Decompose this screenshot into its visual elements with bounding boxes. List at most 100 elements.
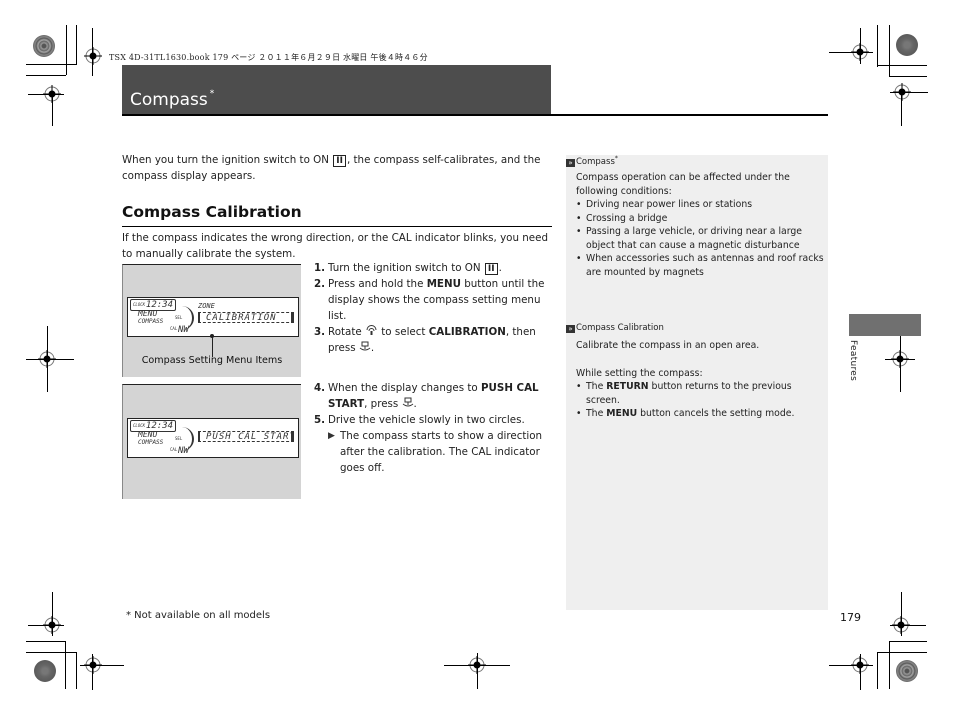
chapter-tab-label: Features: [848, 340, 858, 382]
lcd-menu-item-zone: ZONE: [198, 302, 215, 310]
crop-mark: [889, 641, 927, 642]
page-title: Compass *: [130, 89, 215, 110]
step-number: 4.: [314, 382, 326, 394]
crop-mark: [890, 92, 928, 93]
step-number: 1.: [314, 262, 326, 274]
step-number: 3.: [314, 326, 326, 338]
crop-mark: [889, 76, 927, 77]
crop-mark: [901, 92, 902, 126]
ignition-position-ii-icon: II: [333, 155, 346, 167]
crop-mark: [877, 652, 927, 653]
section-heading: Compass Calibration: [122, 203, 302, 221]
crop-mark: [860, 654, 861, 690]
lcd-menu-item-calibration: CALIBRATION: [198, 312, 294, 323]
note-text: Calibrate the compass in an open area.: [576, 340, 760, 351]
note-body-compass-calibration: Calibrate the compass in an open area. W…: [576, 339, 826, 421]
cross-reference-icon: »: [566, 158, 575, 167]
lcd-display: CLOCK 12:34 MENU COMPASS SEL ZONE CALIBRA…: [127, 297, 299, 337]
note-bullet: Crossing a bridge: [576, 212, 826, 226]
step-text: When the display changes to PUSH CAL STA…: [328, 382, 539, 410]
note-bullet: Passing a large vehicle, or driving near…: [576, 225, 826, 252]
crop-mark: [477, 653, 478, 689]
page-title-text: Compass: [130, 90, 208, 110]
crop-mark: [66, 25, 67, 75]
crop-mark: [877, 25, 878, 67]
lcd-compass-label: COMPASS: [138, 318, 164, 325]
note-bullet: Driving near power lines or stations: [576, 198, 826, 212]
note-title-compass: » Compass*: [566, 155, 618, 167]
note-bullet: When accessories such as antennas and ro…: [576, 252, 826, 279]
figure-caption: Compass Setting Menu Items: [141, 355, 283, 366]
crop-mark: [26, 64, 76, 65]
step-text: Rotate to select CALIBRATION, then press…: [328, 325, 536, 354]
selector-knob-press-icon: [359, 341, 371, 351]
page-number: 179: [840, 611, 861, 624]
figure-calibration-menu: CLOCK 12:34 MENU COMPASS SEL ZONE CALIBRA…: [122, 264, 301, 377]
lcd-menu-label: MENU: [138, 309, 158, 318]
intro-paragraph: When you turn the ignition switch to ON …: [122, 152, 552, 184]
crop-mark: [65, 641, 66, 689]
note-title-compass-calibration: » Compass Calibration: [566, 323, 664, 333]
steps-list-2: 4. When the display changes to PUSH CAL …: [314, 380, 554, 476]
crop-mark: [877, 65, 927, 66]
note-bullet-list: The RETURN button returns to the previou…: [576, 380, 826, 421]
lcd-direction: NW: [178, 325, 189, 335]
crop-mark: [829, 665, 873, 666]
step-1: 1. Turn the ignition switch to ON II.: [314, 260, 554, 276]
registration-mark-icon: [84, 47, 102, 65]
selector-knob-press-icon: [402, 397, 413, 407]
color-registration-rosette: [33, 35, 55, 57]
print-job-line: TSX 4D-31TL1630.book 179 ページ ２０１１年６月２９日 …: [109, 53, 428, 62]
lcd-cal-indicator: CAL: [170, 447, 178, 452]
crop-mark: [885, 359, 915, 360]
step-text: Press and hold the MENU button until the…: [328, 278, 545, 322]
step-number: 5.: [314, 414, 326, 426]
callout-line: [212, 335, 213, 357]
chapter-tab-block: [849, 314, 921, 336]
figure-push-cal-start: CLOCK 12:34 MENU COMPASS SEL PUSH CAL STA…: [122, 384, 301, 499]
crop-mark: [76, 25, 77, 65]
lcd-cal-indicator: CAL: [170, 326, 178, 331]
crop-mark: [860, 28, 861, 64]
crop-mark: [889, 641, 890, 689]
lcd-direction: NW: [178, 446, 189, 456]
crop-mark: [76, 652, 77, 689]
crop-mark: [877, 652, 878, 689]
step-5: 5. Drive the vehicle slowly in two circl…: [314, 412, 554, 428]
section-rule: [122, 226, 552, 227]
footnote-marker: *: [209, 89, 215, 99]
result-text: The compass starts to show a direction a…: [340, 430, 543, 474]
crop-mark: [28, 94, 64, 95]
crop-mark: [26, 652, 76, 653]
color-registration-rosette: [896, 34, 918, 56]
crop-mark: [901, 592, 902, 636]
crop-mark: [26, 641, 66, 642]
lcd-display: CLOCK 12:34 MENU COMPASS SEL PUSH CAL STA…: [127, 418, 299, 458]
note-bullet: The RETURN button returns to the previou…: [576, 380, 826, 407]
ignition-position-ii-icon: II: [484, 263, 498, 275]
footnote: * Not available on all models: [126, 610, 271, 621]
steps-list-1: 1. Turn the ignition switch to ON II. 2.…: [314, 260, 554, 356]
section-intro: If the compass indicates the wrong direc…: [122, 232, 549, 260]
crop-mark: [92, 28, 93, 76]
note-bullet-list: Driving near power lines or stations Cro…: [576, 198, 826, 279]
footnote-marker: *: [614, 155, 618, 162]
lcd-menu-item-push-cal-start: PUSH CAL START: [198, 431, 294, 442]
crop-mark: [890, 625, 926, 626]
step-3: 3. Rotate to select CALIBRATION, then pr…: [314, 324, 554, 356]
note-text: Compass operation can be affected under …: [576, 172, 790, 197]
color-registration-rosette: [896, 660, 918, 682]
crop-mark: [52, 592, 53, 636]
intro-text: When you turn the ignition switch to ON: [122, 154, 333, 166]
title-rule: [122, 114, 828, 116]
note-body-compass: Compass operation can be affected under …: [576, 171, 826, 279]
selector-knob-rotate-icon: [366, 325, 377, 335]
step-number: 2.: [314, 278, 326, 290]
color-registration-rosette: [34, 660, 56, 682]
lcd-menu-label: MENU: [138, 430, 158, 439]
crop-mark: [80, 665, 124, 666]
step-text: Drive the vehicle slowly in two circles.: [328, 414, 525, 426]
lcd-compass-label: COMPASS: [138, 439, 164, 446]
crop-mark: [889, 25, 890, 77]
crop-mark: [92, 654, 93, 690]
